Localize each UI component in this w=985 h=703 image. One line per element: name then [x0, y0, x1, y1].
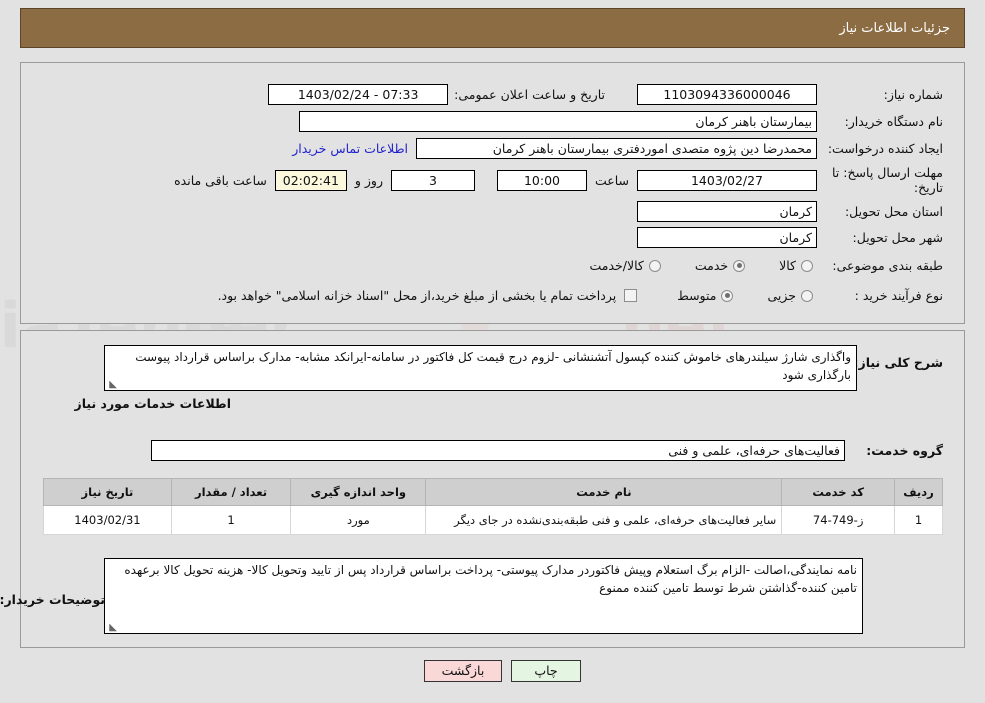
city-value: کرمان [637, 227, 817, 248]
cell-unit: مورد [290, 505, 427, 535]
days-label: روز و [354, 172, 383, 188]
process-option-motevasset[interactable]: متوسط [677, 288, 734, 303]
col-row: ردیف [894, 478, 943, 506]
category-label: طبقه بندی موضوعی: [832, 258, 943, 273]
service-group-label: گروه خدمت: [866, 443, 943, 458]
buyer-org-label: نام دستگاه خریدار: [844, 114, 943, 129]
radio-icon[interactable] [648, 259, 661, 272]
general-desc-label-wrap: شرح کلی نیاز: [854, 355, 943, 370]
process-option-motevasset-label: متوسط [677, 288, 717, 303]
radio-icon[interactable] [801, 259, 813, 272]
table-row: 1 ز-749-74 سایر فعالیت‌های حرفه‌ای، علمی… [43, 505, 943, 535]
deadline-hour-value: 10:00 [496, 169, 587, 191]
service-group-value: فعالیت‌های حرفه‌ای، علمی و فنی [151, 440, 845, 461]
general-desc-label: شرح کلی نیاز: [853, 355, 943, 370]
announcement-label: تاریخ و ساعت اعلان عمومی: [454, 87, 605, 102]
buyer-contact-link[interactable]: اطلاعات تماس خریدار [292, 141, 408, 156]
province-label: استان محل تحویل: [844, 204, 943, 219]
services-table: ردیف کد خدمت نام خدمت واحد اندازه گیری ت… [43, 478, 943, 535]
creator-value: محمدرضا دین پژوه متصدی اموردفتری بیمارست… [416, 138, 817, 159]
category-option-khedmat-label: خدمت [694, 258, 729, 273]
category-row: طبقه بندی موضوعی: کالا خدمت کالا/خدمت [589, 258, 943, 273]
category-option-kala-khedmat[interactable]: کالا/خدمت [589, 258, 661, 273]
need-details-page: A riaTender .net جزئیات اطلاعات نیاز شما… [0, 0, 985, 703]
general-desc-textarea[interactable]: واگذاری شارژ سیلندرهای خاموش کننده کپسول… [104, 345, 857, 391]
category-option-kala-label: کالا [779, 258, 796, 273]
category-option-kala-khedmat-label: کالا/خدمت [589, 258, 644, 273]
col-qty: تعداد / مقدار [170, 478, 292, 506]
category-option-khedmat[interactable]: خدمت [694, 258, 746, 273]
process-option-jozi-label: جزیی [767, 288, 796, 303]
need-number-value: 1103094336000046 [637, 84, 817, 105]
province-value: کرمان [637, 201, 817, 222]
col-name: نام خدمت [425, 478, 783, 506]
buyer-notes-label: توضیحات خریدار: [0, 592, 105, 607]
buyer-notes-textarea[interactable]: نامه نمایندگی،اصالت -الزام برگ استعلام و… [104, 558, 863, 634]
remaining-days-value: 3 [390, 169, 475, 191]
deadline-label: مهلت ارسال پاسخ: تا تاریخ: [832, 165, 943, 195]
resize-grip-icon[interactable]: ◣ [107, 623, 117, 633]
category-option-kala[interactable]: کالا [779, 258, 813, 273]
announcement-value: 07:33 - 1403/02/24 [268, 84, 449, 105]
service-group-row: گروه خدمت: فعالیت‌های حرفه‌ای، علمی و فن… [151, 440, 943, 461]
page-title: جزئیات اطلاعات نیاز [839, 20, 950, 36]
buyer-notes-value: نامه نمایندگی،اصالت -الزام برگ استعلام و… [124, 563, 857, 595]
cell-qty: 1 [170, 505, 292, 535]
remaining-time-value: 02:02:41 [274, 169, 347, 191]
table-header-row: ردیف کد خدمت نام خدمت واحد اندازه گیری ت… [43, 478, 943, 506]
city-label: شهر محل تحویل: [852, 230, 943, 245]
cell-date: 1403/02/31 [43, 505, 172, 535]
radio-icon[interactable] [721, 289, 734, 302]
need-number-row: شماره نیاز: 1103094336000046 [637, 84, 943, 105]
buyer-org-row: نام دستگاه خریدار: بیمارستان باهنر کرمان [299, 111, 943, 132]
process-row: نوع فرآیند خرید : جزیی متوسط پرداخت تمام… [218, 288, 943, 303]
col-unit: واحد اندازه گیری [290, 478, 427, 506]
buyer-org-value: بیمارستان باهنر کرمان [299, 111, 817, 132]
cell-row: 1 [894, 505, 943, 535]
process-label: نوع فرآیند خرید : [854, 288, 943, 303]
announcement-row: تاریخ و ساعت اعلان عمومی: 07:33 - 1403/0… [268, 84, 605, 105]
creator-row: ایجاد کننده درخواست: محمدرضا دین پژوه مت… [292, 138, 943, 159]
need-number-label: شماره نیاز: [883, 87, 943, 102]
radio-icon[interactable] [733, 259, 746, 272]
treasury-docs-checkbox[interactable] [624, 289, 638, 302]
city-row: شهر محل تحویل: کرمان [637, 227, 943, 248]
general-desc-value: واگذاری شارژ سیلندرهای خاموش کننده کپسول… [135, 350, 851, 382]
col-code: کد خدمت [781, 478, 896, 506]
remaining-time-label: ساعت باقی مانده [174, 172, 267, 188]
cell-name: سایر فعالیت‌های حرفه‌ای، علمی و فنی طبقه… [425, 505, 783, 535]
back-button[interactable]: بازگشت [424, 660, 502, 682]
deadline-row: مهلت ارسال پاسخ: تا تاریخ: 1403/02/27 سا… [174, 165, 943, 195]
deadline-date-value: 1403/02/27 [637, 169, 817, 191]
page-header: جزئیات اطلاعات نیاز [20, 8, 965, 48]
buyer-notes-label-wrap: توضیحات خریدار: [0, 592, 105, 607]
creator-label: ایجاد کننده درخواست: [827, 141, 943, 156]
resize-grip-icon[interactable]: ◣ [107, 380, 117, 390]
radio-icon[interactable] [801, 289, 813, 302]
services-info-title: اطلاعات خدمات مورد نیاز [74, 396, 232, 411]
cell-code: ز-749-74 [781, 505, 896, 535]
print-button[interactable]: چاپ [511, 660, 581, 682]
treasury-docs-text: پرداخت تمام یا بخشی از مبلغ خرید،از محل … [217, 288, 617, 303]
hour-label: ساعت [594, 172, 629, 188]
col-date: تاریخ نیاز [43, 478, 172, 506]
process-option-jozi[interactable]: جزیی [767, 288, 813, 303]
province-row: استان محل تحویل: کرمان [637, 201, 943, 222]
